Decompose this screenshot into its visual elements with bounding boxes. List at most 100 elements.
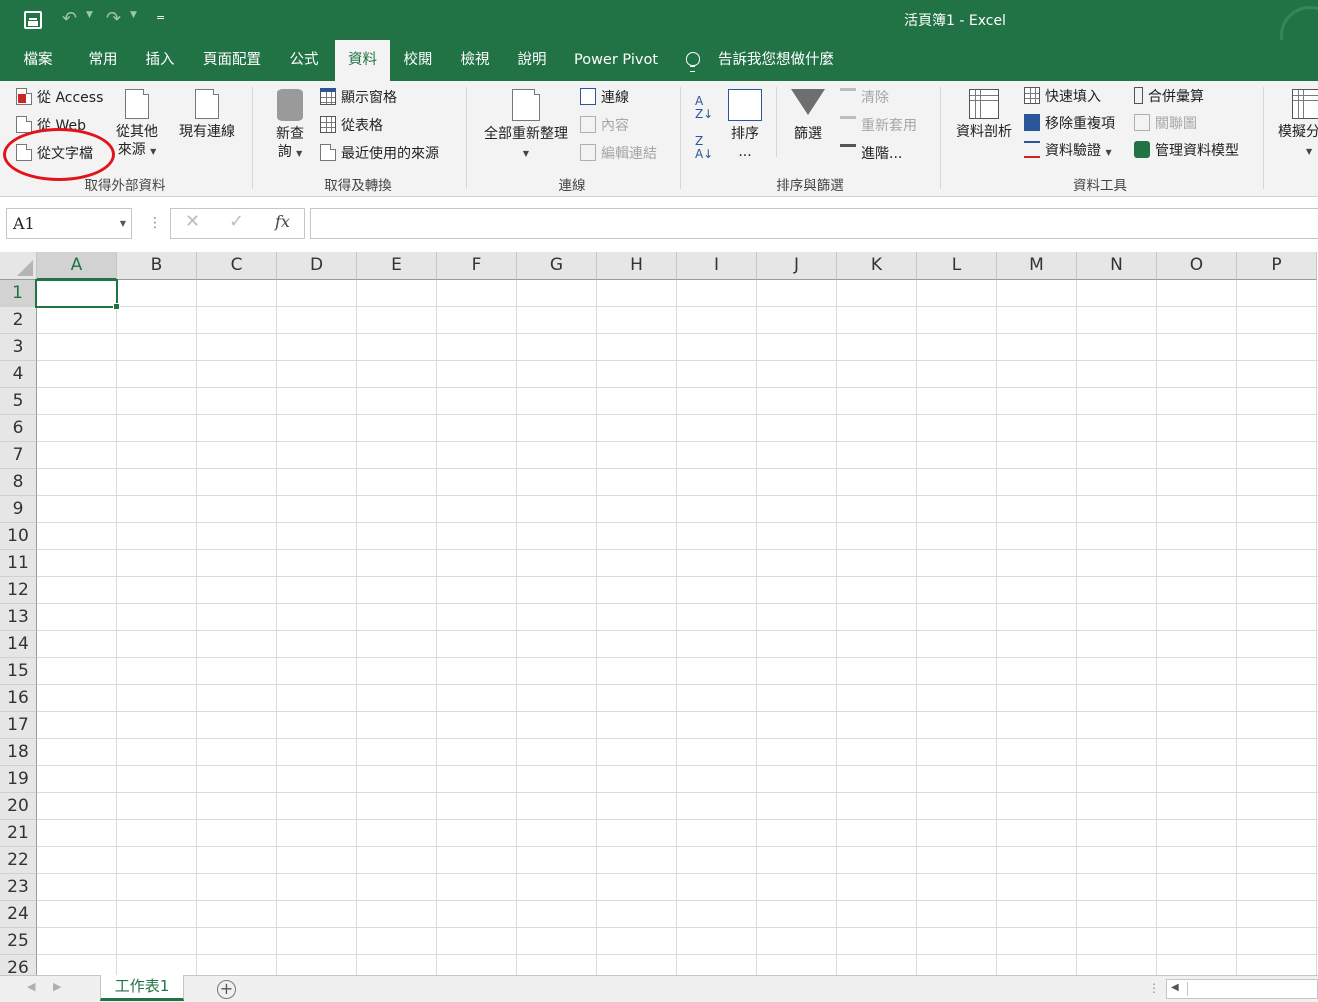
data-validation-button[interactable]: 資料驗證 ▼ (1024, 139, 1112, 163)
flash-fill-button[interactable]: 快速填入 (1024, 85, 1101, 109)
tab-file[interactable]: 檔案 (16, 40, 60, 81)
column-header[interactable]: G (517, 252, 597, 280)
row-header[interactable]: 25 (0, 928, 37, 955)
column-header[interactable]: O (1157, 252, 1237, 280)
tab-insert[interactable]: 插入 (138, 40, 182, 81)
row-header[interactable]: 14 (0, 631, 37, 658)
column-header[interactable]: F (437, 252, 517, 280)
row-header[interactable]: 22 (0, 847, 37, 874)
cancel-icon[interactable]: ✕ (185, 211, 200, 232)
filter-button[interactable]: 篩選 (788, 89, 828, 143)
sheet-tab-1[interactable]: 工作表1 (100, 975, 184, 1001)
scroll-thumb[interactable] (1187, 982, 1317, 996)
row-header[interactable]: 1 (0, 280, 37, 307)
row-header[interactable]: 13 (0, 604, 37, 631)
row-header[interactable]: 3 (0, 334, 37, 361)
tab-page-layout[interactable]: 頁面配置 (196, 40, 268, 81)
what-if-analysis-button[interactable]: 模擬分 ▼ (1278, 89, 1318, 161)
column-header[interactable]: M (997, 252, 1077, 280)
edit-links-button[interactable]: 編輯連結 (580, 142, 657, 166)
split-grip[interactable]: ⋮ (1148, 981, 1160, 995)
from-other-sources-button[interactable]: 從其他 來源 ▼ (114, 89, 160, 161)
text-to-columns-button[interactable]: 資料剖析 (952, 89, 1016, 141)
column-header[interactable]: C (197, 252, 277, 280)
new-sheet-button[interactable]: + (217, 980, 236, 999)
save-icon[interactable] (24, 11, 42, 29)
reapply-button[interactable]: 重新套用 (840, 114, 917, 138)
column-header[interactable]: J (757, 252, 837, 280)
row-header[interactable]: 11 (0, 550, 37, 577)
tell-me-search[interactable]: 告訴我您想做什麼 (714, 40, 838, 81)
row-header[interactable]: 21 (0, 820, 37, 847)
tab-formulas[interactable]: 公式 (282, 40, 326, 81)
row-header[interactable]: 8 (0, 469, 37, 496)
from-table-button[interactable]: 從表格 (320, 114, 383, 138)
redo-dropdown-icon[interactable]: ▼ (130, 10, 137, 20)
row-header[interactable]: 5 (0, 388, 37, 415)
show-queries-button[interactable]: 顯示窗格 (320, 86, 397, 110)
scroll-left-icon[interactable]: ◀ (1171, 982, 1179, 993)
existing-connections-button[interactable]: 現有連線 (176, 89, 238, 141)
row-header[interactable]: 2 (0, 307, 37, 334)
tab-data[interactable]: 資料 (335, 40, 390, 81)
refresh-all-button[interactable]: 全部重新整理 ▼ (480, 89, 572, 163)
sort-descending-button[interactable]: Z A↓ (695, 135, 713, 161)
column-header[interactable]: B (117, 252, 197, 280)
properties-button[interactable]: 內容 (580, 114, 629, 138)
column-header[interactable]: N (1077, 252, 1157, 280)
recent-sources-button[interactable]: 最近使用的來源 (320, 142, 439, 166)
redo-icon[interactable]: ↷ (106, 8, 121, 30)
customize-qat-button[interactable]: = (156, 11, 165, 24)
advanced-filter-button[interactable]: 進階... (840, 142, 902, 166)
column-header[interactable]: H (597, 252, 677, 280)
column-header[interactable]: K (837, 252, 917, 280)
column-header[interactable]: E (357, 252, 437, 280)
scroll-sheets-left-icon[interactable]: ◀ (27, 980, 35, 993)
from-access-button[interactable]: 從 Access (16, 86, 103, 110)
scroll-sheets-right-icon[interactable]: ▶ (53, 980, 61, 993)
undo-icon[interactable]: ↶ (62, 8, 77, 30)
formula-input[interactable] (310, 208, 1318, 239)
row-header[interactable]: 4 (0, 361, 37, 388)
cell-grid[interactable] (37, 280, 1318, 975)
row-header[interactable]: 17 (0, 712, 37, 739)
new-query-button[interactable]: 新查 詢 ▼ (268, 89, 312, 163)
connections-button[interactable]: 連線 (580, 86, 629, 110)
column-header[interactable]: P (1237, 252, 1317, 280)
row-header[interactable]: 20 (0, 793, 37, 820)
row-header[interactable]: 18 (0, 739, 37, 766)
column-header[interactable]: L (917, 252, 997, 280)
horizontal-scrollbar[interactable]: ◀ (1166, 979, 1318, 999)
undo-dropdown-icon[interactable]: ▼ (86, 10, 93, 20)
select-all-button[interactable] (0, 252, 37, 280)
sort-button[interactable]: 排序 ... (724, 89, 766, 161)
formula-bar-grip[interactable]: ⋮ (148, 215, 162, 231)
column-header[interactable]: D (277, 252, 357, 280)
tab-review[interactable]: 校閱 (396, 40, 440, 81)
row-header[interactable]: 7 (0, 442, 37, 469)
row-header[interactable]: 23 (0, 874, 37, 901)
chevron-down-icon[interactable]: ▼ (120, 209, 126, 238)
manage-data-model-button[interactable]: 管理資料模型 (1134, 139, 1239, 163)
clear-filter-button[interactable]: 清除 (840, 86, 889, 110)
tab-help[interactable]: 說明 (510, 40, 554, 81)
sort-ascending-button[interactable]: A Z↓ (695, 95, 713, 121)
row-header[interactable]: 24 (0, 901, 37, 928)
remove-duplicates-button[interactable]: 移除重複項 (1024, 112, 1115, 136)
row-header[interactable]: 9 (0, 496, 37, 523)
enter-icon[interactable]: ✓ (229, 211, 244, 232)
row-header[interactable]: 15 (0, 658, 37, 685)
column-header[interactable]: A (37, 252, 117, 280)
name-box[interactable]: A1 ▼ (6, 208, 132, 239)
row-header[interactable]: 16 (0, 685, 37, 712)
consolidate-button[interactable]: 合併彙算 (1134, 85, 1204, 109)
relationships-button[interactable]: 關聯圖 (1134, 112, 1197, 136)
tab-home[interactable]: 常用 (81, 40, 125, 81)
column-header[interactable]: I (677, 252, 757, 280)
row-header[interactable]: 6 (0, 415, 37, 442)
row-header[interactable]: 12 (0, 577, 37, 604)
row-header[interactable]: 10 (0, 523, 37, 550)
tab-view[interactable]: 檢視 (453, 40, 497, 81)
tab-power-pivot[interactable]: Power Pivot (566, 40, 666, 81)
insert-function-button[interactable]: fx (275, 212, 290, 231)
